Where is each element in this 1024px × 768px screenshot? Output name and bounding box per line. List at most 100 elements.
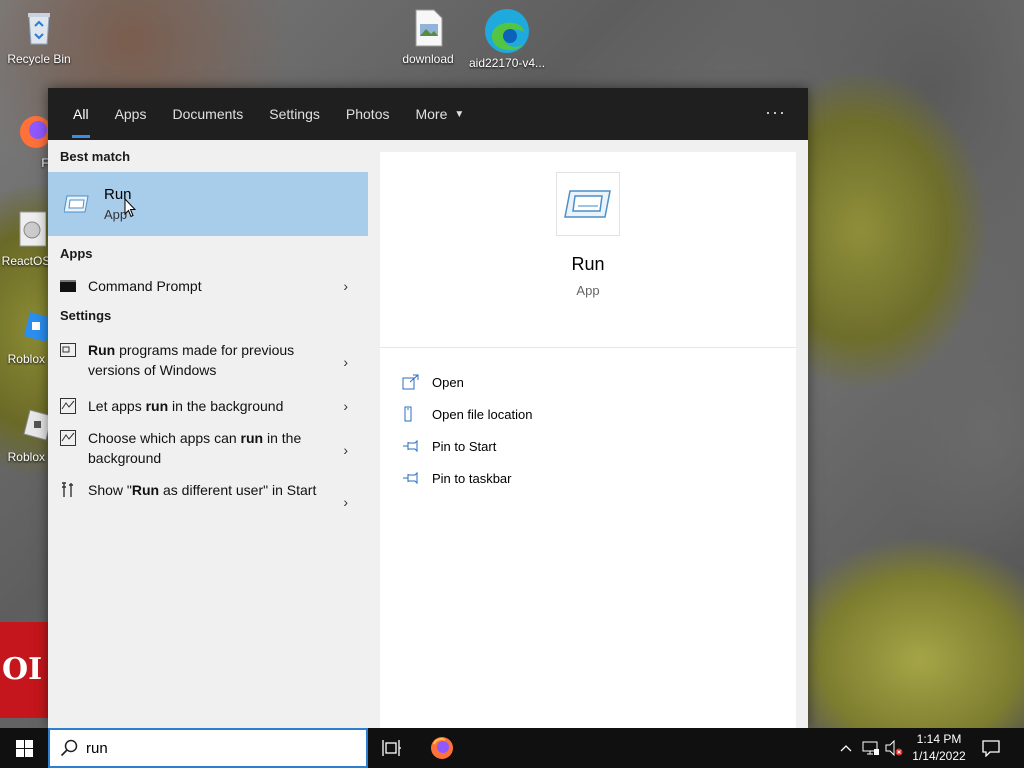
detail-subtitle: App	[576, 283, 600, 298]
desktop-icon-edge-file[interactable]: aid22170-v4...	[469, 6, 545, 70]
result-label: Choose which apps can run in the backgro…	[88, 428, 318, 468]
tab-documents[interactable]: Documents	[159, 88, 256, 140]
activity-chart-icon	[60, 430, 76, 446]
match-term: Run	[131, 482, 160, 498]
detail-header: Run App	[380, 172, 796, 348]
tab-label: Photos	[345, 106, 390, 122]
edge-icon	[482, 6, 532, 56]
action-pin-to-taskbar[interactable]: Pin to taskbar	[380, 462, 796, 494]
open-icon	[402, 374, 419, 390]
desktop-icon-label: Recycle Bin	[7, 52, 71, 66]
image-file-icon	[408, 8, 448, 48]
tab-apps[interactable]: Apps	[102, 88, 160, 140]
action-label: Pin to taskbar	[432, 470, 512, 486]
match-term: run	[240, 430, 264, 446]
desktop-icon-label: download	[402, 52, 454, 66]
task-view-button[interactable]	[368, 728, 416, 768]
recycle-bin-icon	[19, 8, 59, 48]
detail-pane: Run App Open Open file location Pin to S…	[380, 152, 796, 728]
match-term: Run	[88, 342, 116, 358]
tab-settings[interactable]: Settings	[256, 88, 333, 140]
caret-down-icon: ▼	[454, 108, 465, 120]
tab-photos[interactable]: Photos	[333, 88, 403, 140]
result-setting-run-as[interactable]: Show "Run as different user" in Start ›	[48, 476, 368, 528]
result-text: in the background	[168, 398, 284, 414]
run-app-large-icon	[556, 172, 620, 236]
result-label: Show "Run as different user" in Start	[88, 480, 318, 500]
search-tabbar: All Apps Documents Settings Photos More ▼…	[48, 88, 808, 140]
taskbar: 1:14 PM 1/14/2022	[0, 728, 1024, 768]
pin-icon	[403, 471, 418, 485]
tools-icon	[62, 482, 73, 497]
start-button[interactable]	[0, 728, 48, 768]
roblox-player-icon	[12, 406, 53, 446]
more-options-icon[interactable]: ···	[765, 102, 786, 123]
chevron-right-icon[interactable]: ›	[343, 278, 348, 294]
tab-more[interactable]: More ▼	[402, 88, 477, 140]
result-text: as different user" in Start	[159, 482, 317, 498]
result-label: Let apps run in the background	[88, 396, 318, 416]
action-open-file-location[interactable]: Open file location	[380, 398, 796, 430]
desktop-icon-label: aid22170-v4...	[469, 56, 545, 70]
disc-icon	[6, 210, 47, 250]
chevron-up-icon	[840, 745, 852, 752]
windows-logo-icon	[15, 739, 33, 757]
result-text: Show "	[88, 482, 132, 498]
notification-icon	[982, 739, 1000, 757]
section-title-best-match: Best match	[60, 149, 131, 164]
result-command-prompt[interactable]: Command Prompt ›	[48, 268, 368, 304]
best-match-run[interactable]: Run App	[48, 172, 368, 236]
network-icon	[862, 741, 879, 755]
result-text: Let apps	[88, 398, 146, 414]
result-setting-background-apps[interactable]: Let apps run in the background ›	[48, 388, 368, 424]
chevron-right-icon[interactable]: ›	[343, 398, 348, 414]
network-button[interactable]	[859, 728, 883, 768]
roblox-studio-icon	[12, 308, 52, 348]
firefox-icon	[431, 737, 453, 759]
result-setting-compat[interactable]: Run programs made for previous versions …	[48, 336, 368, 388]
match-term: run	[145, 398, 169, 414]
section-title-apps: Apps	[60, 246, 93, 261]
activity-chart-icon	[60, 398, 76, 414]
action-center-button[interactable]	[978, 728, 1004, 768]
task-view-icon	[382, 740, 401, 756]
command-prompt-icon	[60, 280, 76, 292]
pin-icon	[403, 439, 418, 453]
file-location-icon	[404, 406, 412, 422]
search-panel: All Apps Documents Settings Photos More ▼…	[48, 88, 808, 728]
taskbar-firefox-button[interactable]	[418, 728, 466, 768]
tab-label: All	[73, 106, 89, 122]
tab-label: Settings	[269, 106, 320, 122]
show-hidden-icons-button[interactable]	[836, 728, 856, 768]
action-label: Pin to Start	[432, 438, 497, 454]
results-list: Best match Run App Apps Command Prompt ›…	[48, 140, 368, 728]
partial-desktop-image: OI	[0, 622, 48, 718]
search-input[interactable]	[86, 739, 326, 757]
detail-actions: Open Open file location Pin to Start Pin…	[380, 348, 796, 494]
desktop-icon-download[interactable]: download	[390, 8, 466, 66]
mouse-cursor-icon	[124, 198, 136, 218]
section-title-settings: Settings	[60, 308, 112, 323]
chevron-right-icon[interactable]: ›	[343, 442, 348, 458]
desktop-icon-recycle-bin[interactable]: Recycle Bin	[1, 8, 77, 66]
tab-all[interactable]: All	[60, 88, 102, 140]
chevron-right-icon[interactable]: ›	[343, 354, 348, 370]
taskbar-clock[interactable]: 1:14 PM 1/14/2022	[900, 731, 978, 765]
clock-time: 1:14 PM	[916, 732, 962, 746]
action-open[interactable]: Open	[380, 366, 796, 398]
result-label: Command Prompt	[88, 278, 202, 294]
compatibility-icon	[60, 343, 76, 357]
result-setting-choose-apps[interactable]: Choose which apps can run in the backgro…	[48, 424, 368, 476]
action-label: Open	[432, 374, 464, 390]
action-label: Open file location	[432, 406, 533, 422]
partial-image-text: OI	[2, 652, 43, 687]
result-label: Run programs made for previous versions …	[88, 340, 318, 380]
result-text: programs made for previous versions of W…	[88, 342, 295, 378]
taskbar-search-box[interactable]	[48, 728, 368, 768]
action-pin-to-start[interactable]: Pin to Start	[380, 430, 796, 462]
tab-label: Documents	[172, 106, 244, 122]
search-icon	[60, 739, 78, 757]
chevron-right-icon[interactable]: ›	[343, 494, 348, 510]
run-icon	[64, 195, 89, 213]
result-text: Choose which apps can	[88, 430, 241, 446]
